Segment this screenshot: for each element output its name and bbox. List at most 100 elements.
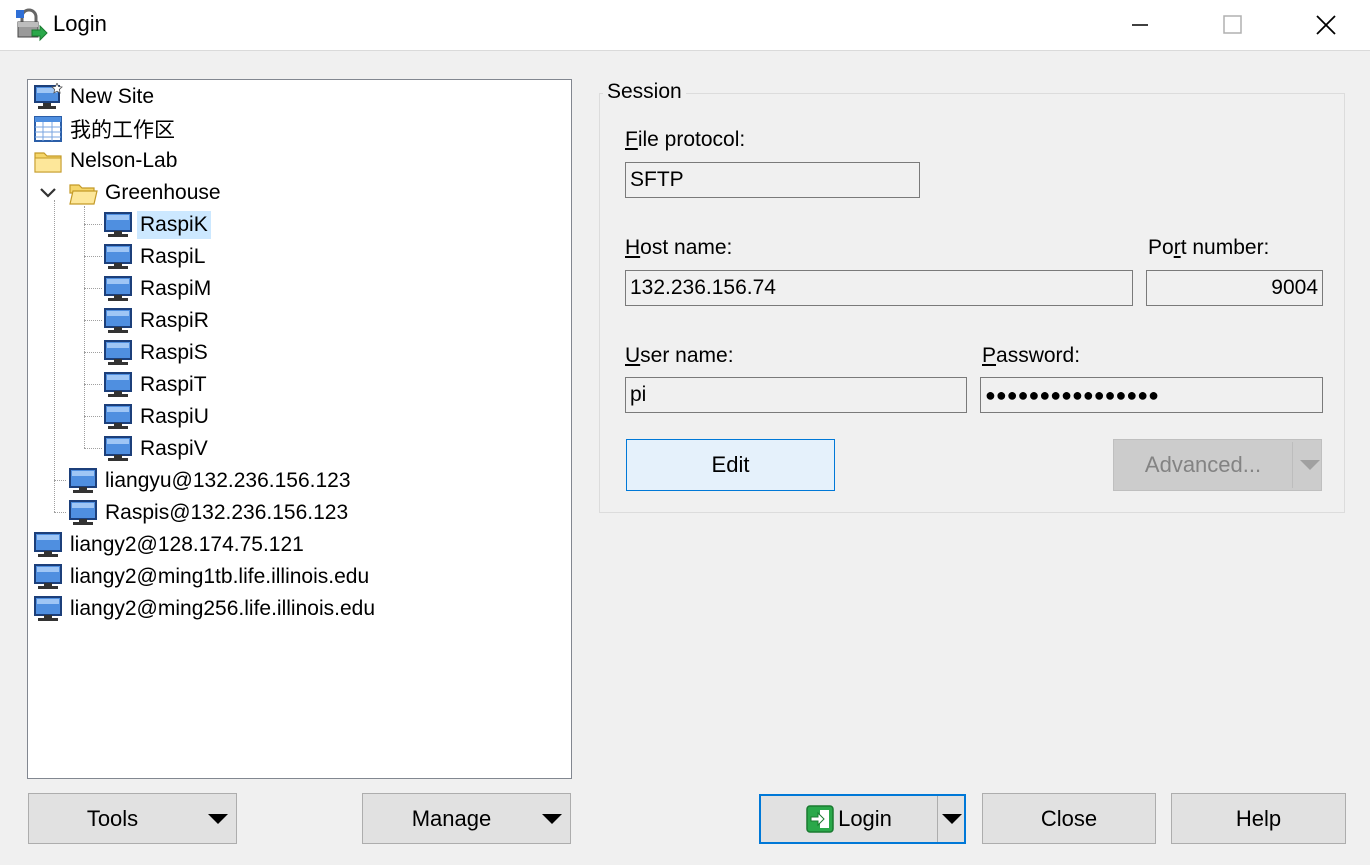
tree-item-label: RaspiS bbox=[140, 341, 208, 364]
maximize-button[interactable] bbox=[1187, 0, 1279, 50]
tree-item-raspis[interactable]: RaspiS bbox=[103, 338, 211, 368]
tree-item-label: New Site bbox=[70, 85, 155, 108]
tree-item-greenhouse[interactable]: Greenhouse bbox=[38, 178, 224, 208]
window-title: Login bbox=[53, 11, 107, 36]
tools-button[interactable]: Tools bbox=[28, 793, 237, 844]
monitor-icon bbox=[34, 596, 62, 621]
tree-item-liangy2-ming1tb[interactable]: liangy2@ming1tb.life.illinois.edu bbox=[33, 562, 372, 592]
tree-item-label: RaspiU bbox=[140, 405, 209, 428]
site-tree[interactable]: New Site 我的工作区 Nelson-Lab Greenhouse Ras… bbox=[27, 79, 572, 779]
tree-guide-line bbox=[54, 512, 66, 513]
advanced-button[interactable]: Advanced... bbox=[1113, 439, 1322, 491]
tree-guide-line bbox=[84, 448, 102, 449]
tree-item-raspik[interactable]: RaspiK bbox=[103, 210, 211, 240]
port-number-label: Port number: bbox=[1148, 236, 1270, 259]
monitor-icon bbox=[69, 500, 97, 525]
monitor-icon bbox=[34, 532, 62, 557]
monitor-icon bbox=[104, 308, 132, 333]
monitor-icon bbox=[104, 372, 132, 397]
login-lock-icon bbox=[16, 8, 48, 42]
monitor-icon bbox=[104, 404, 132, 429]
tree-item-label: RaspiV bbox=[140, 437, 208, 460]
tree-item-label: RaspiT bbox=[140, 373, 207, 396]
tree-item-raspim[interactable]: RaspiM bbox=[103, 274, 214, 304]
tree-item-label: liangy2@ming1tb.life.illinois.edu bbox=[70, 565, 370, 588]
tree-item-nelson-lab[interactable]: Nelson-Lab bbox=[33, 146, 180, 176]
tree-item-raspir[interactable]: RaspiR bbox=[103, 306, 212, 336]
tree-item-label: liangyu@132.236.156.123 bbox=[105, 469, 351, 492]
manage-button-label: Manage bbox=[411, 805, 492, 831]
tree-item-liangyu[interactable]: liangyu@132.236.156.123 bbox=[68, 466, 354, 496]
tree-guide-line bbox=[84, 384, 102, 385]
tree-item-label: RaspiM bbox=[140, 277, 212, 300]
monitor-icon bbox=[69, 468, 97, 493]
advanced-split-divider bbox=[1292, 442, 1293, 488]
tree-item-liangy2-ming256[interactable]: liangy2@ming256.life.illinois.edu bbox=[33, 594, 378, 624]
tree-guide-line bbox=[84, 206, 85, 448]
title-bar: Login bbox=[0, 0, 1370, 50]
manage-button[interactable]: Manage bbox=[362, 793, 571, 844]
edit-button[interactable]: Edit bbox=[626, 439, 835, 491]
tree-guide-line bbox=[54, 200, 55, 512]
user-name-input[interactable]: pi bbox=[625, 377, 967, 413]
tree-item-label: Nelson-Lab bbox=[70, 149, 178, 172]
port-number-input[interactable]: 9004 bbox=[1146, 270, 1323, 306]
tree-item-label: RaspiK bbox=[137, 211, 211, 239]
close-icon bbox=[1316, 15, 1336, 35]
new-site-monitor-icon bbox=[34, 83, 63, 109]
tree-guide-line bbox=[84, 320, 102, 321]
password-input[interactable]: ●●●●●●●●●●●●●●●● bbox=[980, 377, 1323, 413]
login-button-main[interactable]: Login bbox=[761, 796, 937, 842]
session-group-label: Session bbox=[603, 80, 686, 104]
minimize-button[interactable] bbox=[1094, 0, 1186, 50]
monitor-icon bbox=[104, 340, 132, 365]
maximize-icon bbox=[1223, 15, 1242, 34]
tree-item-raspit[interactable]: RaspiT bbox=[103, 370, 210, 400]
login-split-divider bbox=[937, 796, 938, 842]
tree-item-raspiu[interactable]: RaspiU bbox=[103, 402, 212, 432]
password-label: Password: bbox=[982, 344, 1081, 367]
tree-item-label: Greenhouse bbox=[105, 181, 221, 204]
monitor-icon bbox=[104, 276, 132, 301]
monitor-icon bbox=[104, 212, 132, 237]
close-button[interactable]: Close bbox=[982, 793, 1156, 844]
tree-item-label: liangy2@128.174.75.121 bbox=[70, 533, 304, 556]
tree-guide-line bbox=[54, 480, 66, 481]
advanced-dropdown-icon[interactable] bbox=[1300, 460, 1320, 470]
tree-item-raspiv[interactable]: RaspiV bbox=[103, 434, 211, 464]
minimize-icon bbox=[1132, 24, 1148, 26]
tree-guide-line bbox=[84, 288, 102, 289]
login-button-label: Login bbox=[838, 806, 892, 831]
tree-item-label: RaspiR bbox=[140, 309, 209, 332]
tree-item-workspace[interactable]: 我的工作区 bbox=[33, 114, 178, 144]
host-name-label: Host name: bbox=[625, 236, 733, 259]
monitor-icon bbox=[104, 436, 132, 461]
tree-item-liangy2-ip[interactable]: liangy2@128.174.75.121 bbox=[33, 530, 307, 560]
host-name-input[interactable]: 132.236.156.74 bbox=[625, 270, 1133, 306]
monitor-icon bbox=[34, 564, 62, 589]
tools-button-label: Tools bbox=[86, 805, 139, 831]
close-window-button[interactable] bbox=[1280, 0, 1370, 50]
tree-item-new-site[interactable]: New Site bbox=[33, 82, 157, 112]
manage-dropdown-icon bbox=[542, 813, 562, 824]
workspace-icon bbox=[34, 116, 62, 142]
chevron-down-icon[interactable] bbox=[38, 183, 58, 203]
login-dropdown-icon[interactable] bbox=[942, 814, 962, 824]
tree-item-raspis-host[interactable]: Raspis@132.236.156.123 bbox=[68, 498, 351, 528]
advanced-button-label: Advanced... bbox=[1144, 452, 1262, 477]
file-protocol-label: File protocol: bbox=[625, 128, 746, 151]
help-button[interactable]: Help bbox=[1171, 793, 1346, 844]
tree-item-raspil[interactable]: RaspiL bbox=[103, 242, 208, 272]
login-arrow-icon bbox=[806, 805, 834, 833]
file-protocol-select[interactable]: SFTP bbox=[625, 162, 920, 198]
tree-guide-line bbox=[84, 256, 102, 257]
tree-guide-line bbox=[84, 224, 102, 225]
tree-item-label: Raspis@132.236.156.123 bbox=[105, 501, 349, 524]
tree-item-label: 我的工作区 bbox=[70, 119, 175, 142]
login-button[interactable]: Login bbox=[759, 794, 966, 844]
tree-guide-line bbox=[84, 416, 102, 417]
user-name-label: User name: bbox=[625, 344, 734, 367]
tree-item-label: RaspiL bbox=[140, 245, 206, 268]
tools-dropdown-icon bbox=[208, 813, 228, 824]
tree-item-label: liangy2@ming256.life.illinois.edu bbox=[70, 597, 375, 620]
